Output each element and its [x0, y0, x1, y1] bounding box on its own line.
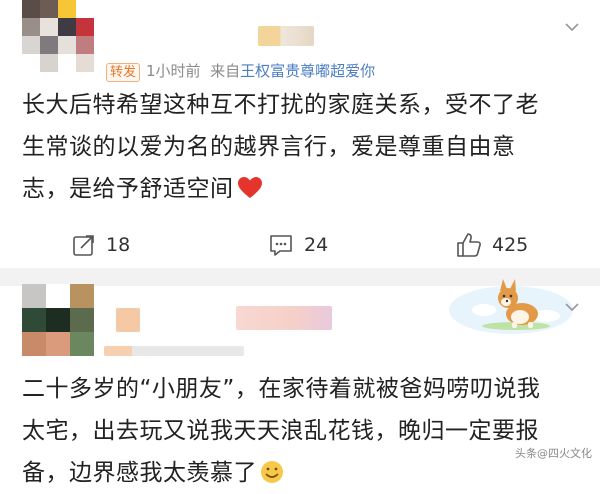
content-line: 二十多岁的“小朋友”，在家待着就被爸妈唠叨说我 — [22, 376, 541, 402]
red-heart-icon — [237, 177, 262, 198]
content-line-with-emoji: 备，边界感我太羡慕了 — [22, 452, 540, 494]
username-blurred[interactable] — [258, 26, 314, 46]
content-line-with-emoji: 志，是给予舒适空间 — [22, 168, 539, 210]
thumbs-up-icon — [457, 233, 481, 257]
post-content: 长大后特希望这种互不打扰的家庭关系，受不了老 生常谈的以爱为名的越界言行，爱是尊… — [22, 84, 539, 210]
watermark: 头条@四火文化 — [515, 447, 592, 460]
chevron-down-icon[interactable] — [564, 22, 580, 32]
post-time: 1小时前 — [146, 62, 201, 80]
repost-badge: 转发 — [106, 63, 141, 82]
comment-count: 24 — [304, 234, 329, 256]
post-meta: 转发 1小时前 来自王权富贵尊嘟超爱你 — [106, 60, 375, 82]
username-blurred[interactable] — [116, 308, 140, 332]
content-line: 太宅，出去玩又说我天天浪乱花钱，晚归一定要报 — [22, 418, 539, 444]
user-avatar[interactable] — [22, 0, 94, 72]
source-link[interactable]: 王权富贵尊嘟超爱你 — [240, 62, 375, 80]
chevron-down-icon[interactable] — [564, 302, 580, 312]
share-button[interactable]: 18 — [72, 228, 130, 262]
content-line: 长大后特希望这种互不打扰的家庭关系，受不了老 — [22, 92, 539, 118]
username-blurred[interactable] — [236, 306, 332, 330]
user-avatar[interactable] — [22, 284, 94, 356]
meta-blurred — [104, 346, 244, 356]
comment-icon — [270, 235, 292, 256]
like-button[interactable]: 425 — [456, 228, 528, 262]
post-content: 二十多岁的“小朋友”，在家待着就被爸妈唠叨说我 太宅，出去玩又说我天天浪乱花钱，… — [22, 368, 540, 494]
corgi-sticker[interactable] — [446, 276, 576, 336]
smiling-emoji-icon — [261, 461, 283, 483]
share-icon — [73, 235, 94, 256]
like-count: 425 — [492, 234, 529, 256]
comment-button[interactable]: 24 — [268, 228, 328, 262]
source-prefix: 来自 — [210, 62, 241, 80]
content-line: 生常谈的以爱为名的越界言行，爱是尊重自由意 — [22, 134, 516, 160]
share-count: 18 — [106, 234, 131, 256]
